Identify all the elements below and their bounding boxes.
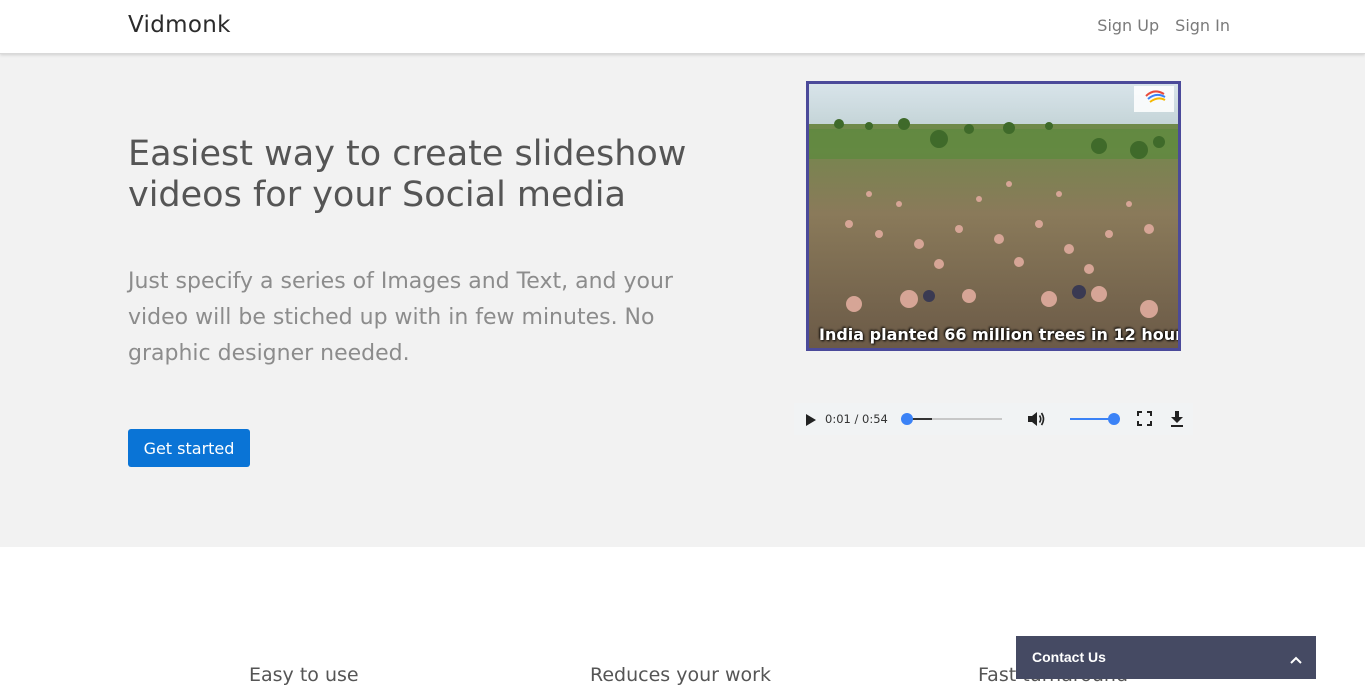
feature-title: Reduces your work <box>590 664 771 686</box>
get-started-button[interactable]: Get started <box>128 429 250 467</box>
download-icon[interactable] <box>1170 410 1184 431</box>
time-display: 0:01 / 0:54 <box>825 412 888 426</box>
progress-slider[interactable] <box>901 413 1002 425</box>
volume-thumb[interactable] <box>1108 413 1120 425</box>
video-frame-image <box>809 84 1178 348</box>
sign-up-link[interactable]: Sign Up <box>1097 16 1159 35</box>
chevron-up-icon[interactable] <box>1290 650 1302 669</box>
contact-us-widget[interactable]: Contact Us <box>1016 636 1316 679</box>
brand-logo[interactable]: Vidmonk <box>128 12 231 38</box>
hero-title: Easiest way to create slideshow videos f… <box>128 134 687 215</box>
feature-title: Easy to use <box>249 664 359 686</box>
volume-icon[interactable] <box>1026 410 1046 432</box>
top-navbar: Vidmonk Sign Up Sign In <box>0 0 1365 54</box>
video-controls: 0:01 / 0:54 <box>794 403 1193 435</box>
video-caption: India planted 66 million trees in 12 hou… <box>819 325 1181 344</box>
fullscreen-icon[interactable] <box>1137 411 1152 430</box>
nav-links: Sign Up Sign In <box>1097 16 1230 35</box>
company-logo <box>1134 86 1174 112</box>
contact-us-label: Contact Us <box>1032 649 1106 665</box>
play-icon[interactable] <box>805 412 817 431</box>
volume-slider[interactable] <box>1070 413 1120 425</box>
video-player[interactable]: India planted 66 million trees in 12 hou… <box>806 81 1181 351</box>
sign-in-link[interactable]: Sign In <box>1175 16 1230 35</box>
hero-subtitle: Just specify a series of Images and Text… <box>128 269 673 366</box>
progress-thumb[interactable] <box>901 413 913 425</box>
